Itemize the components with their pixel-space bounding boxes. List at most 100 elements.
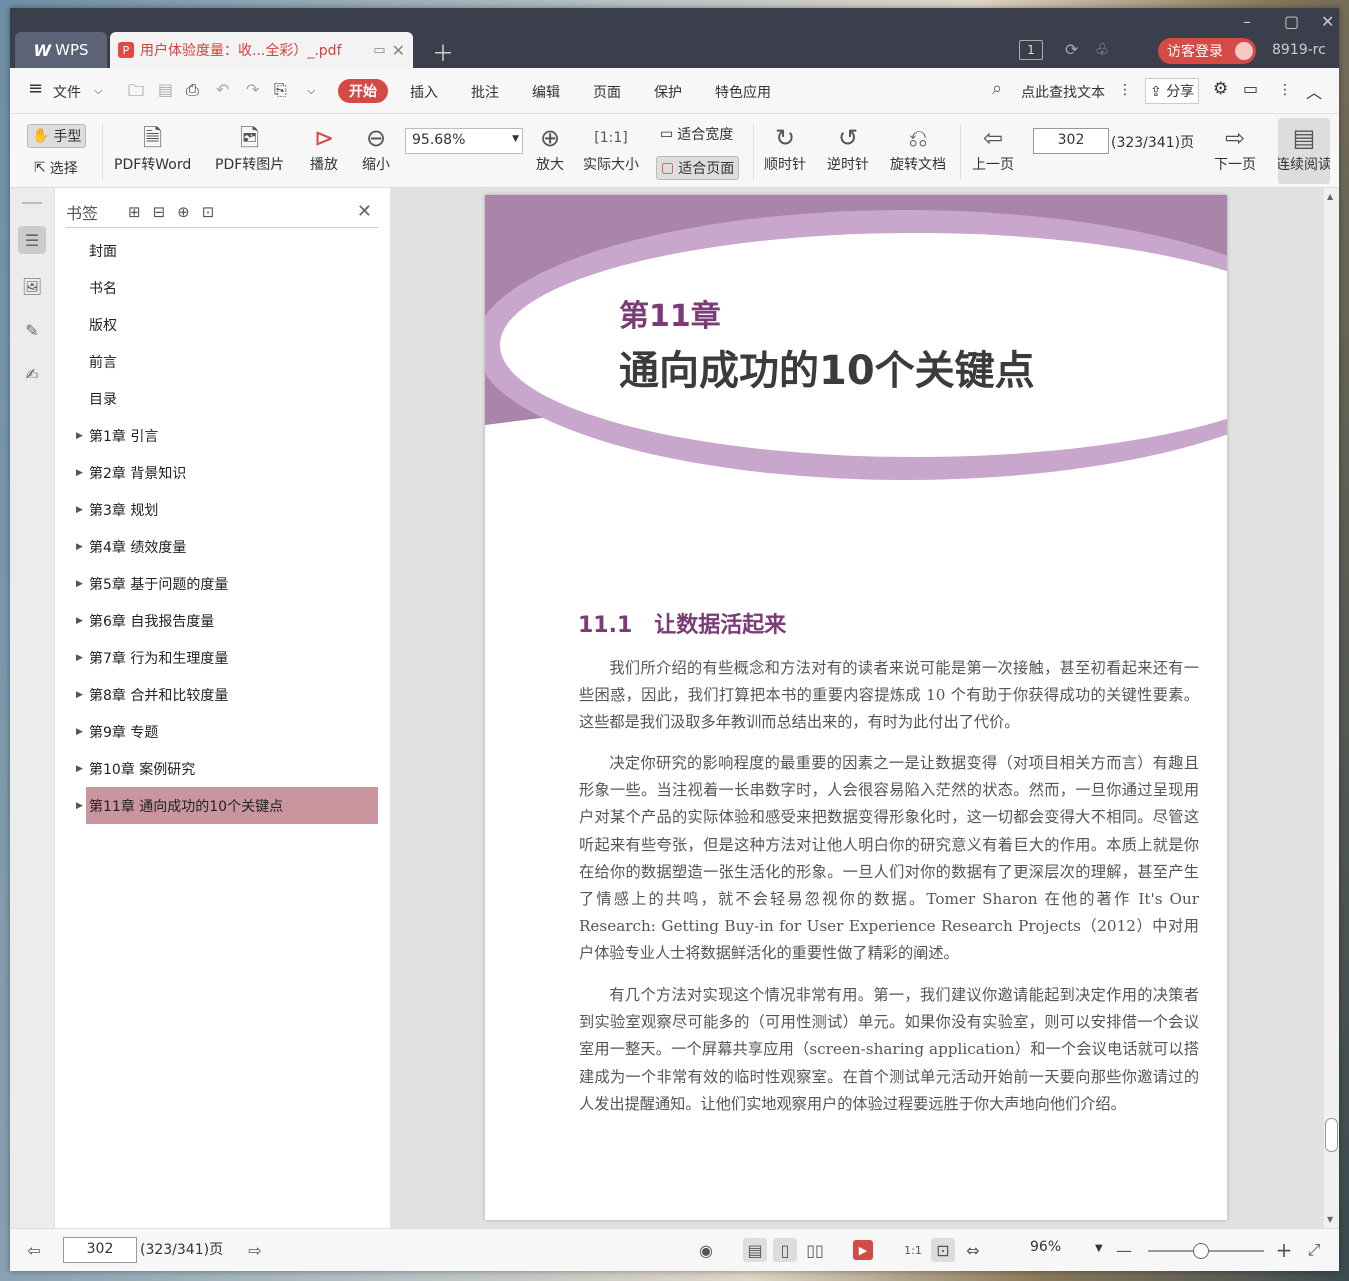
scroll-down-icon[interactable]: ▼ [1327, 1215, 1333, 1224]
zoom-input[interactable]: 95.68% ▼ [405, 128, 523, 154]
share-button[interactable]: ⇪ 分享 [1145, 78, 1200, 104]
bookmark-item[interactable]: ▶ 第4章 绩效度量 [66, 528, 378, 565]
settings-icon[interactable]: ⚙ [1213, 79, 1228, 99]
export-icon[interactable]: ⎘ [274, 80, 287, 100]
zoom-dropdown-icon[interactable]: ▼ [512, 134, 519, 144]
print-icon[interactable]: ⎙ [186, 80, 199, 100]
scroll-up-icon[interactable]: ▲ [1327, 192, 1333, 201]
guest-login-button[interactable]: 访客登录 [1158, 38, 1256, 64]
close-tab-icon[interactable]: ✕ [392, 41, 405, 60]
save-icon[interactable]: ▤ [158, 80, 173, 99]
bookmark-item[interactable]: 封面 [66, 232, 378, 269]
page-number-input[interactable]: 302 [1033, 128, 1109, 154]
signature-icon[interactable]: ✍ [18, 360, 46, 388]
more-options-icon[interactable]: ⋮ [1278, 82, 1292, 98]
bookmark-item[interactable]: ▶ 第2章 背景知识 [66, 454, 378, 491]
actual-size-status-icon[interactable]: 1:1 [901, 1238, 925, 1262]
wps-home-tab[interactable]: W WPS [15, 32, 107, 68]
menu-tab-start[interactable]: 开始 [338, 79, 388, 103]
skin-icon[interactable]: ♧ [1095, 40, 1109, 59]
bookmark-item[interactable]: ▶ 第5章 基于问题的度量 [66, 565, 378, 602]
document-tab[interactable]: P 用户体验度量：收...全彩）_.pdf ▭ ✕ [110, 32, 413, 68]
drag-handle[interactable] [22, 202, 42, 204]
rotate-counterclockwise-button[interactable]: ↺ 逆时针 [827, 122, 869, 174]
menu-tab-annotate[interactable]: 批注 [471, 82, 499, 102]
menu-tab-protect[interactable]: 保护 [654, 82, 682, 102]
bookmark-item[interactable]: ▶ 第6章 自我报告度量 [66, 602, 378, 639]
monitor-icon[interactable]: ▭ [373, 43, 385, 58]
expand-arrow-icon[interactable]: ▶ [76, 764, 83, 774]
expand-arrow-icon[interactable]: ▶ [76, 801, 83, 811]
add-bookmark-icon[interactable]: ⊕ [177, 203, 190, 221]
bookmark-item[interactable]: ▶ 第9章 专题 [66, 713, 378, 750]
fit-page-status-icon[interactable]: ⊡ [931, 1238, 955, 1262]
open-icon[interactable]: 🗀 [128, 80, 144, 107]
expand-all-icon[interactable]: ⊞ [128, 203, 141, 221]
actual-size-button[interactable]: [1:1] 实际大小 [583, 122, 639, 174]
new-tab-button[interactable]: ＋ [432, 36, 454, 68]
select-tool-button[interactable]: ⇱ 选择 [34, 158, 78, 178]
maximize-icon[interactable]: ▢ [1284, 12, 1299, 31]
search-text-button[interactable]: 点此查找文本 [1021, 82, 1105, 102]
undo-icon[interactable]: ↶ [216, 80, 229, 99]
play-button[interactable]: ⊳ 播放 [310, 122, 338, 174]
expand-arrow-icon[interactable]: ▶ [76, 727, 83, 737]
scroll-thumb[interactable] [1325, 1118, 1338, 1152]
bookmark-item[interactable]: ▶ 第11章 通向成功的10个关键点 [76, 787, 378, 824]
two-page-icon[interactable]: ▯▯ [803, 1238, 827, 1262]
bookmark-options-icon[interactable]: ⊡ [202, 203, 215, 221]
bookmark-item[interactable]: 版权 [66, 306, 378, 343]
bookmark-item[interactable]: ▶ 第8章 合并和比较度量 [66, 676, 378, 713]
expand-arrow-icon[interactable]: ▶ [76, 690, 83, 700]
search-icon[interactable]: ⌕ [992, 78, 1002, 99]
zoom-minus-icon[interactable]: — [1112, 1238, 1136, 1262]
close-panel-icon[interactable]: ✕ [357, 201, 372, 222]
redo-icon[interactable]: ↷ [246, 80, 259, 99]
close-window-icon[interactable]: ✕ [1321, 12, 1334, 31]
single-page-icon[interactable]: ▯ [773, 1238, 797, 1262]
expand-arrow-icon[interactable]: ▶ [76, 579, 83, 589]
next-page-button[interactable]: ⇨ 下一页 [1214, 122, 1256, 174]
sync-icon[interactable]: ⟳ [1065, 40, 1078, 59]
fullscreen-icon[interactable]: ⤢ [1302, 1238, 1326, 1262]
zoom-slider-knob[interactable] [1193, 1243, 1209, 1259]
menu-tab-page[interactable]: 页面 [593, 82, 621, 102]
menu-tab-edit[interactable]: 编辑 [532, 82, 560, 102]
bookmark-item[interactable]: 书名 [66, 269, 378, 306]
fit-page-button[interactable]: ▢ 适合页面 [656, 156, 740, 180]
continuous-read-button[interactable]: ▤ 连续阅读 [1278, 118, 1330, 184]
file-menu[interactable]: 文件 [53, 82, 81, 102]
hand-tool-button[interactable]: ✋ 手型 [27, 124, 87, 148]
more-vertical-icon[interactable]: ⋮ [1118, 82, 1132, 98]
bookmark-item[interactable]: ▶ 第10章 案例研究 [66, 750, 378, 787]
hamburger-icon[interactable]: ≡ [28, 78, 43, 99]
bookmark-item[interactable]: ▶ 第1章 引言 [66, 417, 378, 454]
zoom-dropdown-icon[interactable]: ▼ [1095, 1243, 1103, 1254]
comment-icon[interactable]: ▭ [1243, 79, 1258, 98]
continuous-view-icon[interactable]: ▤ [743, 1238, 767, 1262]
collapse-all-icon[interactable]: ⊟ [153, 203, 166, 221]
pdf-to-image-button[interactable]: 🖻 PDF转图片 [215, 122, 284, 174]
eye-care-icon[interactable]: ◉ [694, 1238, 718, 1262]
annotation-icon[interactable]: ✎ [18, 316, 46, 344]
rotate-document-button[interactable]: ⎌ 旋转文档 [890, 122, 946, 174]
play-slideshow-icon[interactable]: ▶ [853, 1240, 873, 1260]
vertical-scrollbar[interactable]: ▲ ▼ [1324, 188, 1339, 1228]
bookmark-item[interactable]: ▶ 第3章 规划 [66, 491, 378, 528]
bookmark-item[interactable]: 前言 [66, 343, 378, 380]
menu-tab-features[interactable]: 特色应用 [715, 82, 771, 102]
expand-arrow-icon[interactable]: ▶ [76, 616, 83, 626]
status-next-page-icon[interactable]: ⇨ [243, 1238, 267, 1262]
expand-arrow-icon[interactable]: ▶ [76, 505, 83, 515]
bookmark-panel-icon[interactable]: ☰ [18, 226, 46, 254]
workspace-badge[interactable]: 1 [1019, 40, 1043, 60]
bookmark-item[interactable]: ▶ 第7章 行为和生理度量 [66, 639, 378, 676]
expand-arrow-icon[interactable]: ▶ [76, 653, 83, 663]
chevron-down-icon[interactable]: ⌵ [94, 84, 102, 98]
collapse-ribbon-icon[interactable]: ︿ [1306, 79, 1322, 103]
zoom-plus-icon[interactable]: + [1272, 1238, 1296, 1262]
expand-arrow-icon[interactable]: ▶ [76, 431, 83, 441]
expand-arrow-icon[interactable]: ▶ [76, 468, 83, 478]
previous-page-button[interactable]: ⇦ 上一页 [972, 122, 1014, 174]
rotate-clockwise-button[interactable]: ↻ 顺时针 [764, 122, 806, 174]
